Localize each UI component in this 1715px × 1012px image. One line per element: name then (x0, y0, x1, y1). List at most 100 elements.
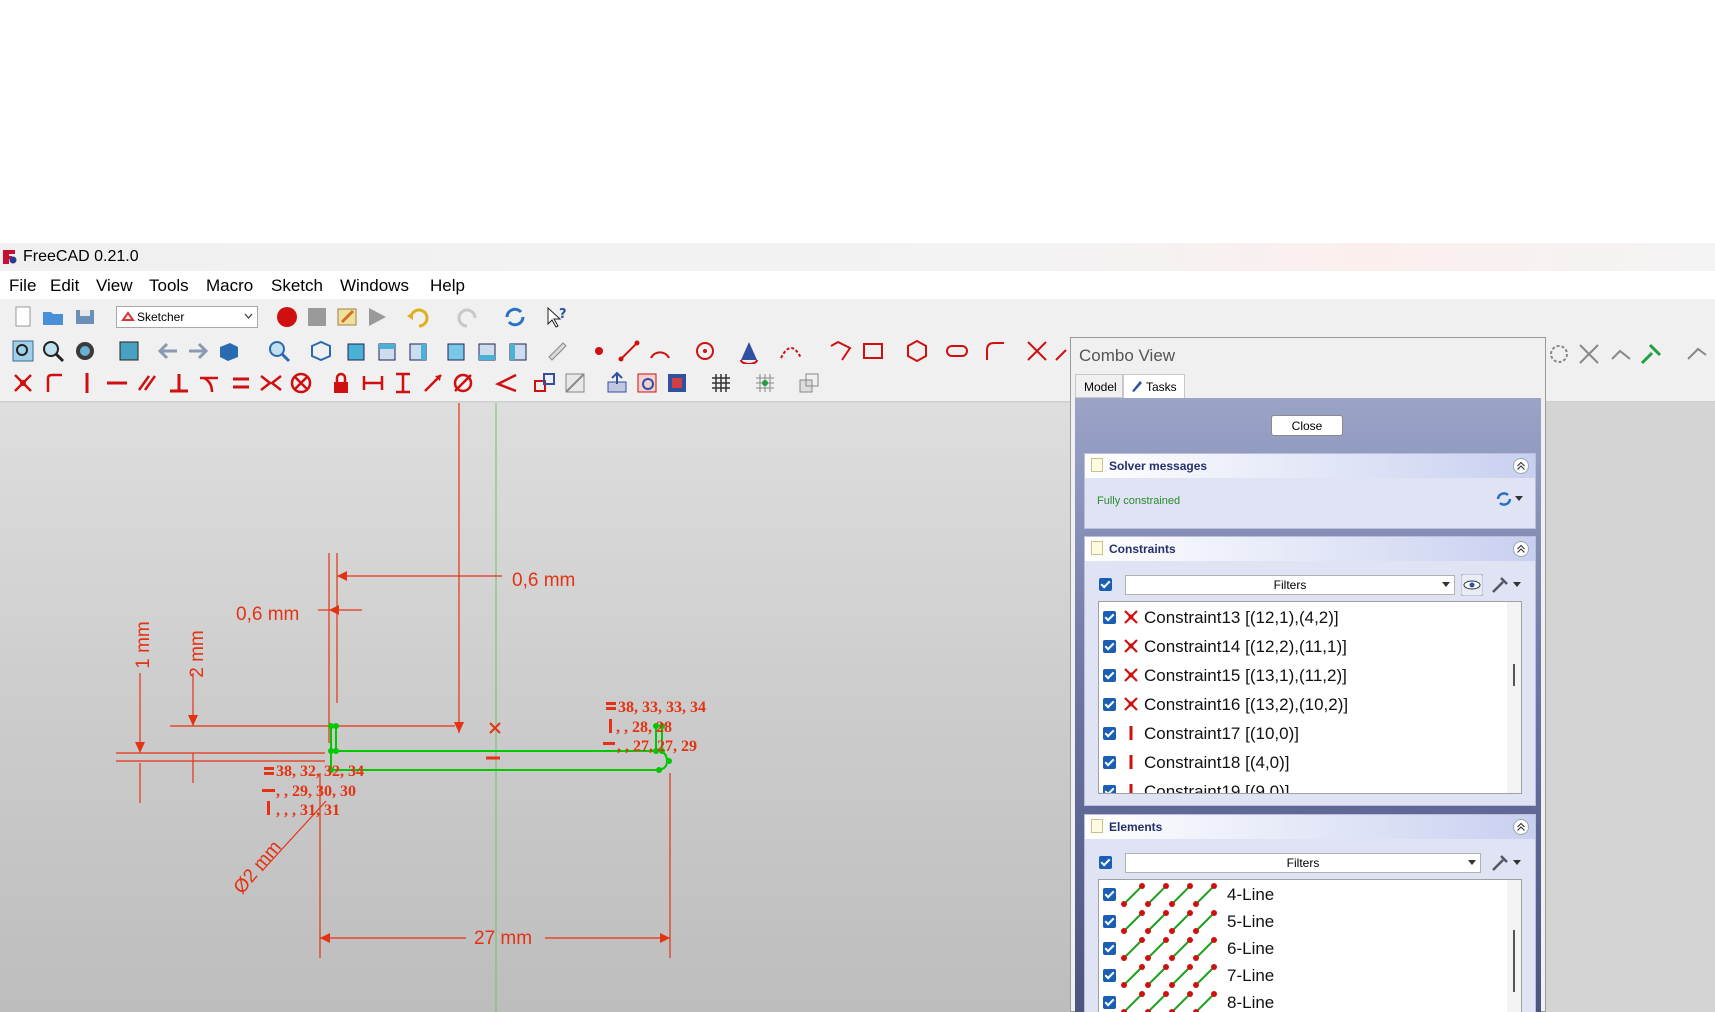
view-sketch-icon[interactable] (634, 370, 660, 396)
constraints-filter-dropdown[interactable]: Filters (1125, 575, 1455, 595)
constraint-checkbox[interactable] (1103, 785, 1116, 793)
menu-windows[interactable]: Windows (340, 276, 409, 296)
constraint-checkbox[interactable] (1103, 611, 1116, 624)
settings-tool-icon[interactable] (1489, 852, 1511, 874)
sketch-canvas[interactable]: 0,6 mm 0,6 mm 2 mm 1 mm Ø2 mm 27 mm 38, … (0, 403, 1070, 1012)
constraint-checkbox[interactable] (1103, 756, 1116, 769)
top-view-icon[interactable] (375, 338, 401, 364)
constrain-distance-icon[interactable] (420, 370, 446, 396)
scrollbar-thumb[interactable] (1513, 664, 1515, 686)
dim-mid-0-6[interactable]: 0,6 mm (236, 604, 299, 625)
sketch-polyline-icon[interactable] (828, 338, 854, 364)
std-views-icon[interactable] (216, 338, 242, 364)
chevron-down-icon[interactable] (1513, 860, 1521, 866)
stop-macro-icon[interactable] (304, 304, 330, 330)
list-item[interactable]: Constraint15 [(13,1),(11,2)] (1099, 661, 1499, 690)
dim-bottom-27[interactable]: 27 mm (474, 928, 532, 949)
list-item[interactable]: 4-Line (1099, 881, 1499, 908)
rear-view-icon[interactable] (444, 338, 470, 364)
list-item[interactable]: Constraint19 [(9,0)] (1099, 777, 1499, 793)
sketch-line-icon[interactable] (616, 338, 642, 364)
elements-scrollbar[interactable] (1507, 880, 1521, 1012)
elements-select-all-checkbox[interactable] (1099, 856, 1112, 869)
toggle-active-icon[interactable] (562, 370, 588, 396)
sketch-circle-icon[interactable] (692, 338, 718, 364)
fit-all-icon[interactable] (10, 338, 36, 364)
sketch-arc-icon[interactable] (647, 338, 673, 364)
element-checkbox[interactable] (1103, 888, 1116, 901)
sketch-external-icon[interactable] (1546, 341, 1572, 367)
constrain-perpendicular-icon[interactable] (166, 370, 192, 396)
list-item[interactable]: 6-Line (1099, 935, 1499, 962)
sketch-carbon-copy-icon[interactable] (1576, 341, 1602, 367)
constrain-tangent-icon[interactable] (196, 370, 222, 396)
sketch-remove-axes-icon[interactable] (1684, 341, 1710, 367)
element-checkbox[interactable] (1103, 996, 1116, 1009)
collapse-icon[interactable] (1513, 458, 1529, 474)
macros-icon[interactable] (334, 304, 360, 330)
constrain-symmetric-icon[interactable] (258, 370, 284, 396)
menu-sketch[interactable]: Sketch (271, 276, 323, 296)
workbench-selector[interactable]: Sketcher (116, 306, 258, 328)
open-folder-icon[interactable] (40, 304, 66, 330)
3d-viewport[interactable]: 0,6 mm 0,6 mm 2 mm 1 mm Ø2 mm 27 mm 38, … (0, 403, 1070, 1012)
sketch-fillet-icon[interactable] (982, 338, 1008, 364)
menu-file[interactable]: File (9, 276, 36, 296)
constrain-horizontal-icon[interactable] (104, 370, 130, 396)
whats-this-icon[interactable]: ? (544, 304, 570, 330)
chevron-down-icon[interactable] (1515, 496, 1523, 502)
constrain-block-icon[interactable] (288, 370, 314, 396)
list-item[interactable]: 7-Line (1099, 962, 1499, 989)
bottom-view-icon[interactable] (475, 338, 501, 364)
elements-header[interactable]: Elements (1085, 815, 1535, 839)
constraints-header[interactable]: Constraints (1085, 537, 1535, 561)
list-item[interactable]: Constraint16 [(13,2),(10,2)] (1099, 690, 1499, 719)
constraints-scrollbar[interactable] (1507, 602, 1521, 793)
element-checkbox[interactable] (1103, 969, 1116, 982)
fit-selection-icon[interactable] (40, 338, 66, 364)
elements-list[interactable]: 4-Line 5-Line 6-Line 7-Line 8-Line (1098, 879, 1522, 1012)
toggle-driving-icon[interactable] (532, 370, 558, 396)
constrain-parallel-icon[interactable] (134, 370, 160, 396)
constraint-checkbox[interactable] (1103, 727, 1116, 740)
element-checkbox[interactable] (1103, 915, 1116, 928)
menu-edit[interactable]: Edit (50, 276, 79, 296)
list-item[interactable]: 5-Line (1099, 908, 1499, 935)
sketch-rect-array-icon[interactable] (1638, 341, 1664, 367)
dim-diameter[interactable]: Ø2 mm (230, 837, 286, 898)
list-item[interactable]: Constraint14 [(12,2),(11,1)] (1099, 632, 1499, 661)
menu-tools[interactable]: Tools (149, 276, 189, 296)
draw-style-icon[interactable] (72, 338, 98, 364)
constrain-vertical-icon[interactable] (74, 370, 100, 396)
list-item[interactable]: Constraint13 [(12,1),(4,2)] (1099, 603, 1499, 632)
new-document-icon[interactable] (10, 304, 36, 330)
list-item[interactable]: Constraint18 [(4,0)] (1099, 748, 1499, 777)
sketch-conic-icon[interactable] (736, 338, 762, 364)
scrollbar-thumb[interactable] (1513, 930, 1515, 992)
element-checkbox[interactable] (1103, 942, 1116, 955)
sketch-slot-icon[interactable] (944, 338, 970, 364)
refresh-icon[interactable] (502, 304, 528, 330)
constrain-vertical-distance-icon[interactable] (390, 370, 416, 396)
tab-tasks[interactable]: Tasks (1123, 374, 1185, 398)
constrain-angle-icon[interactable] (494, 370, 520, 396)
sketch-bspline-icon[interactable] (778, 338, 804, 364)
solver-messages-header[interactable]: Solver messages (1085, 454, 1535, 478)
constraint-checkbox[interactable] (1103, 640, 1116, 653)
sketch-clone-icon[interactable] (1608, 341, 1634, 367)
rendering-order-icon[interactable] (796, 370, 822, 396)
zoom-icon[interactable] (266, 338, 292, 364)
snap-icon[interactable] (752, 370, 778, 396)
menu-macro[interactable]: Macro (206, 276, 253, 296)
sketch-point-icon[interactable] (586, 338, 612, 364)
execute-macro-icon[interactable] (364, 304, 390, 330)
front-view-icon[interactable] (344, 338, 370, 364)
back-arrow-icon[interactable] (155, 338, 181, 364)
forward-arrow-icon[interactable] (185, 338, 211, 364)
bounding-box-icon[interactable] (116, 338, 142, 364)
refresh-icon[interactable] (1495, 490, 1513, 508)
settings-tool-icon[interactable] (1489, 574, 1511, 596)
elements-filter-dropdown[interactable]: Filters (1125, 853, 1481, 873)
list-item[interactable]: 8-Line (1099, 989, 1499, 1012)
dim-top-0-6[interactable]: 0,6 mm (512, 570, 575, 591)
